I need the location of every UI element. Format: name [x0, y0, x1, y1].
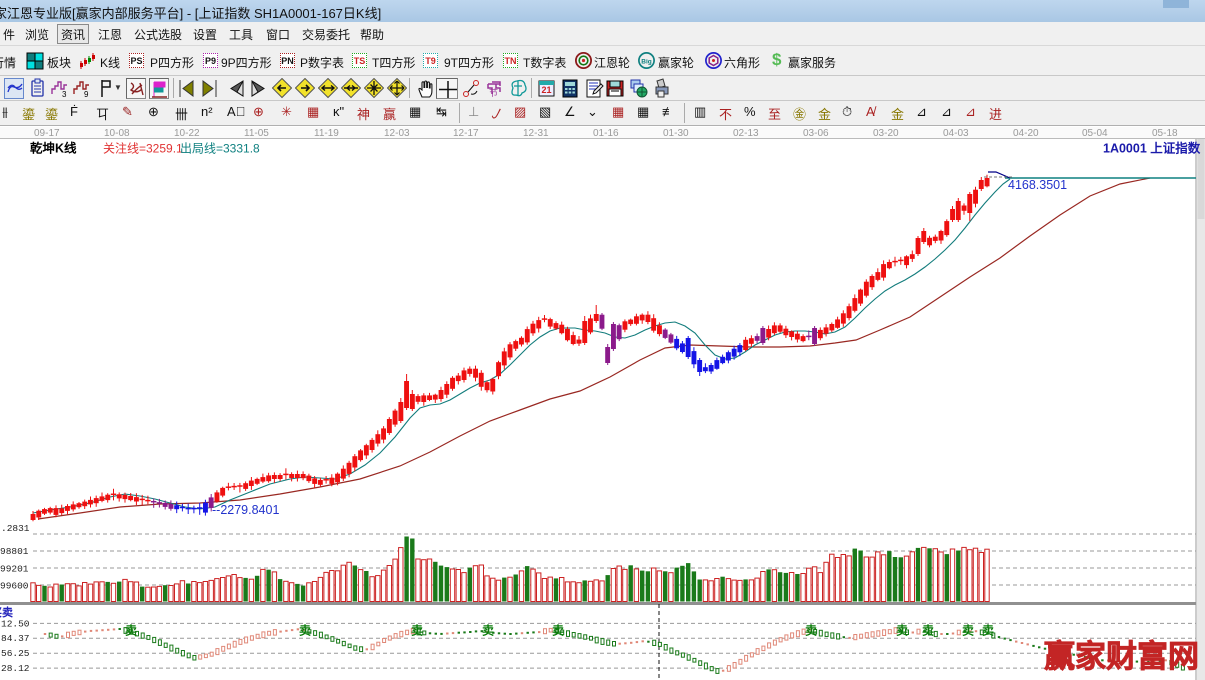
svg-text:节: 节	[489, 88, 498, 98]
svg-text:28.12: 28.12	[1, 663, 30, 674]
svg-text:Big: Big	[641, 58, 652, 65]
svg-text:赢家财富网: 赢家财富网	[1044, 639, 1199, 674]
svg-text:56.25: 56.25	[1, 648, 30, 659]
svg-text:1A0001 上证指数: 1A0001 上证指数	[1103, 141, 1201, 156]
svg-text:卖: 卖	[552, 623, 564, 638]
svg-text:卖: 卖	[805, 623, 817, 638]
svg-text:99201: 99201	[0, 564, 29, 575]
svg-text:卖: 卖	[411, 623, 423, 638]
svg-text:84.37: 84.37	[1, 633, 30, 644]
svg-text:卖: 卖	[482, 623, 494, 638]
svg-text:卖: 卖	[896, 623, 908, 638]
svg-text:--2279.8401: --2279.8401	[212, 503, 279, 517]
svg-text:关注线=3259.1: 关注线=3259.1	[103, 141, 183, 156]
svg-text:出局线=3331.8: 出局线=3331.8	[180, 142, 260, 156]
svg-text:21: 21	[541, 85, 551, 95]
svg-text:卖: 卖	[299, 623, 311, 638]
svg-text:买卖: 买卖	[0, 605, 13, 619]
svg-text:9: 9	[84, 90, 89, 99]
svg-text:4168.3501: 4168.3501	[1008, 178, 1067, 192]
svg-text:.2831: .2831	[1, 523, 30, 534]
svg-text:卖: 卖	[982, 623, 994, 638]
svg-text:99600: 99600	[0, 581, 29, 592]
svg-text:卖: 卖	[922, 623, 934, 638]
svg-text:12.50: 12.50	[1, 619, 30, 630]
svg-text:98801: 98801	[0, 546, 29, 557]
svg-text:卖: 卖	[125, 623, 137, 638]
svg-text:3: 3	[62, 90, 67, 99]
svg-text:乾坤K线: 乾坤K线	[30, 141, 77, 156]
svg-text:卖: 卖	[962, 623, 974, 638]
